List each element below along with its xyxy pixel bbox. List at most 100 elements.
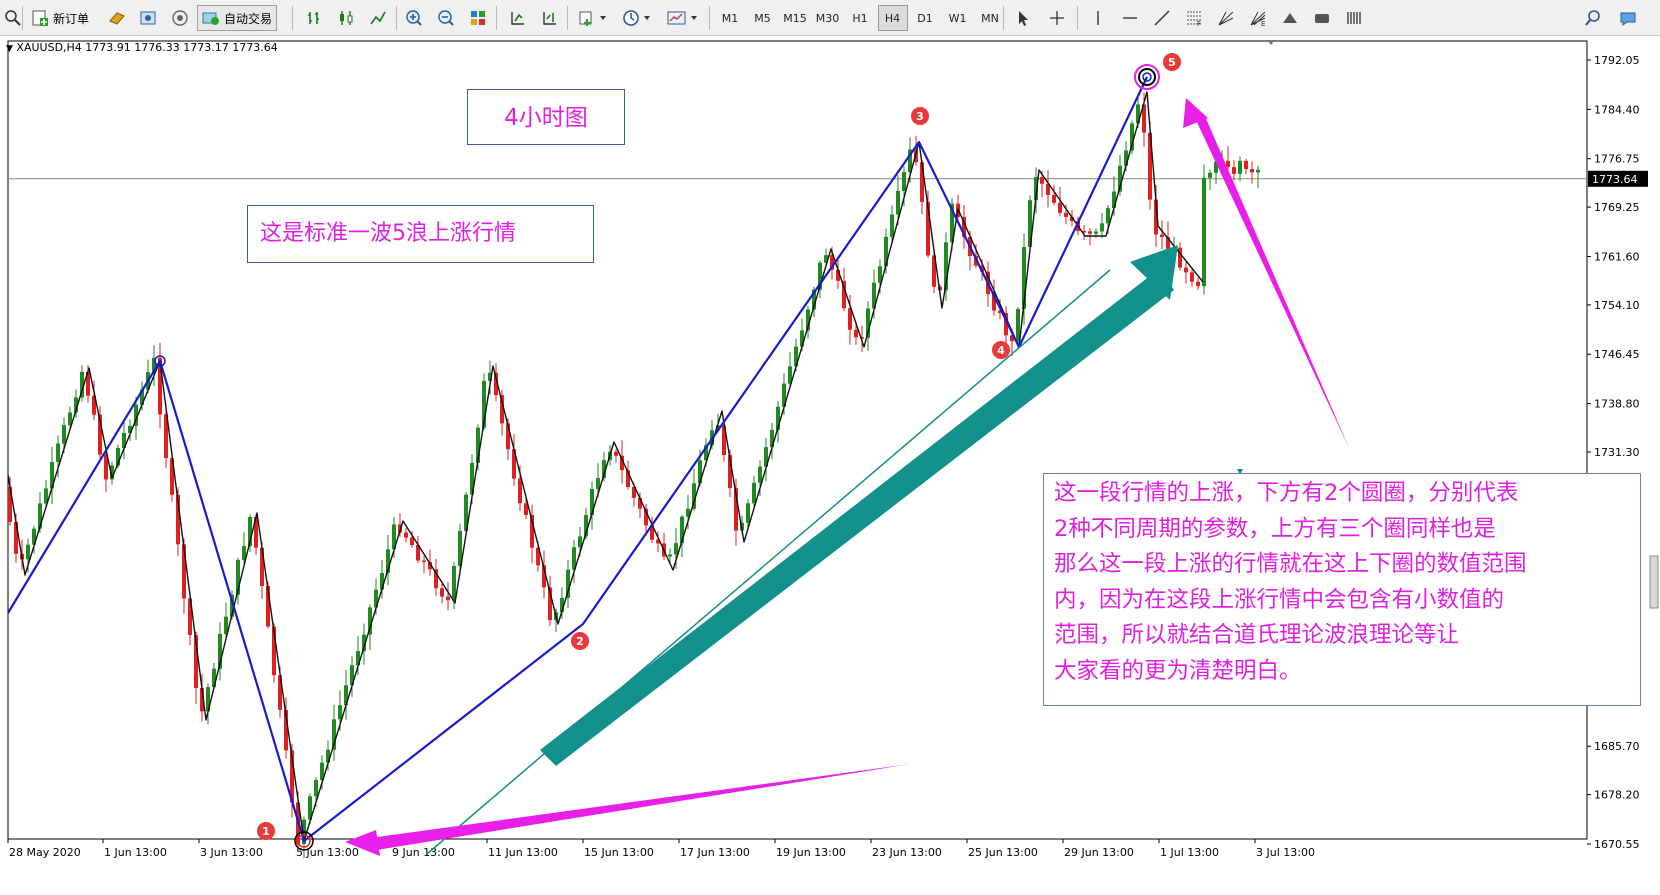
candle-body	[1058, 202, 1062, 213]
price-chart[interactable]: 1792.05 1784.40 1776.75 1769.25 1761.60 1754.…	[0, 36, 1660, 891]
candle-body	[1208, 172, 1212, 178]
timeframe-w1-button[interactable]: W1	[943, 5, 973, 31]
horizontal-line-icon[interactable]	[1117, 5, 1143, 31]
timeframe-m1-button[interactable]: M1	[715, 5, 745, 31]
vertical-line-icon[interactable]	[1085, 5, 1111, 31]
candle-body	[338, 705, 342, 720]
candle-body	[1256, 169, 1260, 173]
wave-marker-label: 2	[576, 635, 584, 648]
crosshair-icon[interactable]	[1044, 5, 1070, 31]
data-window-icon[interactable]	[135, 5, 161, 31]
timeframe-h4-button[interactable]: H4	[877, 5, 908, 31]
chat-icon[interactable]	[1615, 5, 1641, 31]
rectangle-icon[interactable]	[1309, 5, 1335, 31]
indicators-menu-icon[interactable]	[575, 5, 611, 31]
time-axis-label: 23 Jun 13:00	[872, 846, 942, 859]
time-axis-label: 17 Jun 13:00	[680, 846, 750, 859]
explanation-note: 这一段行情的上涨，下方有2个圆圈，分别代表 2种不同周期的参数，上方有三个圈同样…	[1043, 473, 1641, 706]
candle-body	[1184, 267, 1188, 273]
price-axis-label: 1792.05	[1594, 54, 1640, 67]
fibonacci-icon[interactable]: F	[1181, 5, 1207, 31]
candle-body	[422, 560, 426, 563]
auto-scroll-icon[interactable]	[505, 5, 531, 31]
candle-body	[1106, 208, 1110, 224]
auto-trading-label: 自动交易	[224, 11, 273, 26]
timeframe-mn-button[interactable]: MN	[975, 5, 1005, 31]
time-axis-label: 9 Jun 13:00	[392, 846, 455, 859]
timeframe-m30-button[interactable]: M30	[813, 5, 843, 31]
time-axis-label: 3 Jul 13:00	[1256, 846, 1315, 859]
scroll-handle[interactable]	[1649, 555, 1659, 609]
time-axis-label: 15 Jun 13:00	[584, 846, 654, 859]
price-axis-label: 1670.55	[1594, 838, 1640, 851]
elliott-icon[interactable]: E	[1245, 5, 1271, 31]
bar-chart-icon[interactable]	[301, 5, 327, 31]
candle-body	[1100, 223, 1104, 232]
price-axis-label: 1761.60	[1594, 250, 1640, 263]
cursor-icon[interactable]	[1010, 5, 1036, 31]
price-axis-label: 1784.40	[1594, 103, 1640, 116]
gann-fan-icon[interactable]	[1213, 5, 1239, 31]
new-order-icon	[32, 10, 48, 26]
wave-marker-label: 1	[262, 825, 270, 838]
candle-body	[1238, 160, 1242, 174]
zoom-in-icon[interactable]	[401, 5, 427, 31]
market-watch-icon[interactable]	[104, 5, 130, 31]
candle-body	[1232, 167, 1236, 174]
candle-body	[1244, 160, 1248, 170]
trendline-icon[interactable]	[1149, 5, 1175, 31]
candle-body	[1040, 177, 1044, 184]
chart-canvas[interactable]: 1792.05 1784.40 1776.75 1769.25 1761.60 1754.…	[0, 36, 1660, 891]
new-order-button[interactable]: 新订单	[27, 5, 93, 31]
auto-trading-button[interactable]: 自动交易	[197, 5, 278, 31]
timeframe-m5-button[interactable]: M5	[748, 5, 778, 31]
candle-body	[614, 451, 618, 456]
zoom-out-icon[interactable]	[433, 5, 459, 31]
candle-body	[314, 780, 318, 797]
chart-shift-icon[interactable]	[537, 5, 563, 31]
wave-marker-label: 3	[916, 110, 924, 123]
time-axis-label: 1 Jul 13:00	[1160, 846, 1219, 859]
candle-body	[26, 544, 30, 560]
candle-body	[902, 172, 906, 191]
toolbar: 新订单 自动交易 F E M1 M5 M15 M30 H1 H4 D1 W1 M…	[0, 0, 1660, 36]
time-axis-label: 28 May 2020	[9, 846, 81, 859]
dropdown-triangle-icon[interactable]: ▼	[6, 44, 13, 54]
time-axis-label: 25 Jun 13:00	[968, 846, 1038, 859]
candle-body	[890, 214, 894, 237]
candle-body	[854, 329, 858, 338]
signal-icon[interactable]	[167, 5, 193, 31]
wave-marker-label: 5	[1168, 56, 1176, 69]
tile-windows-icon[interactable]	[465, 5, 491, 31]
candle-body	[1064, 212, 1068, 217]
time-axis-label: 3 Jun 13:00	[200, 846, 263, 859]
timeframe-h1-button[interactable]: H1	[845, 5, 875, 31]
timeframe-m15-button[interactable]: M15	[780, 5, 810, 31]
price-axis-label: 1685.70	[1594, 740, 1640, 753]
search-icon[interactable]	[1580, 5, 1606, 31]
candle-body	[56, 443, 60, 462]
symbol-info: ▼ XAUUSD,H4 1773.91 1776.33 1773.17 1773…	[6, 41, 278, 54]
timeframe-d1-button[interactable]: D1	[910, 5, 940, 31]
candle-body	[1202, 177, 1206, 287]
channel-icon[interactable]	[1341, 5, 1367, 31]
price-axis-label: 1776.75	[1594, 153, 1640, 166]
triangle-icon[interactable]	[1277, 5, 1303, 31]
candle-body	[440, 588, 444, 597]
candlestick-icon[interactable]	[333, 5, 359, 31]
new-order-label: 新订单	[53, 11, 90, 26]
candle-body	[674, 543, 678, 555]
price-axis-label: 1731.30	[1594, 446, 1640, 459]
candle-body	[452, 566, 456, 601]
chart-frame	[7, 40, 1588, 840]
candle-body	[752, 482, 756, 504]
candle-body	[896, 190, 900, 215]
svg-text:F: F	[1197, 20, 1201, 27]
candle-body	[1088, 231, 1092, 234]
line-chart-icon[interactable]	[365, 5, 391, 31]
periods-menu-icon[interactable]	[619, 5, 655, 31]
templates-menu-icon[interactable]	[663, 5, 703, 31]
candle-body	[1052, 195, 1056, 203]
price-axis-label: 1769.25	[1594, 201, 1640, 214]
candle-body	[1160, 234, 1164, 237]
